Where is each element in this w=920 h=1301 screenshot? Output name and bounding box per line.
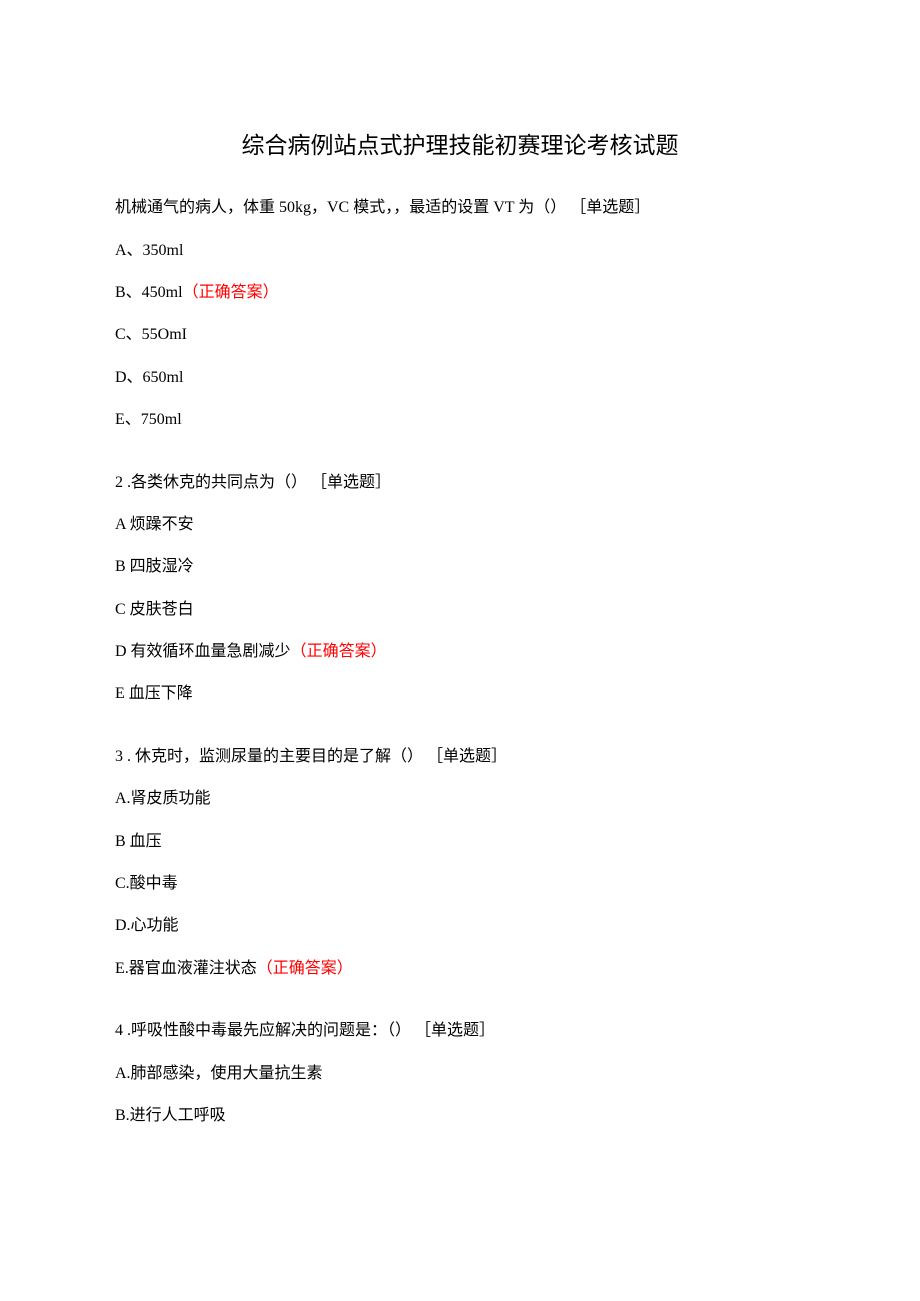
option-text: A、350ml	[115, 242, 183, 259]
option-text: A 烦躁不安	[115, 516, 194, 533]
question-text: 2 .各类休克的共同点为（） ［单选题］	[115, 472, 805, 494]
option: B 四肢湿冷	[115, 556, 805, 578]
option-text: D.心功能	[115, 917, 179, 934]
question-block: 4 .呼吸性酸中毒最先应解决的问题是：（） ［单选题］ A.肺部感染，使用大量抗生…	[115, 1020, 805, 1127]
option: C 皮肤苍白	[115, 599, 805, 621]
option: C、55OmI	[115, 324, 805, 346]
option-text: C.酸中毒	[115, 875, 178, 892]
option: A.肺部感染，使用大量抗生素	[115, 1063, 805, 1085]
option-text: C、55OmI	[115, 326, 187, 343]
option: B 血压	[115, 831, 805, 853]
question-text: 4 .呼吸性酸中毒最先应解决的问题是：（） ［单选题］	[115, 1020, 805, 1042]
question-text: 3 . 休克时，监测尿量的主要目的是了解（） ［单选题］	[115, 746, 805, 768]
question-block: 2 .各类休克的共同点为（） ［单选题］ A 烦躁不安 B 四肢湿冷 C 皮肤苍白 D …	[115, 472, 805, 706]
option-text: A.肾皮质功能	[115, 790, 211, 807]
option-text: A.肺部感染，使用大量抗生素	[115, 1065, 323, 1082]
option: A、350ml	[115, 240, 805, 262]
option: E 血压下降	[115, 683, 805, 705]
option-text: B、450ml	[115, 284, 183, 301]
option: D、650ml	[115, 367, 805, 389]
page-title: 综合病例站点式护理技能初赛理论考核试题	[115, 130, 805, 162]
question-block: 机械通气的病人，体重 50kg，VC 模式，，最适的设置 VT 为（） ［单选题…	[115, 197, 805, 431]
option: C.酸中毒	[115, 873, 805, 895]
option-text: E.器官血液灌注状态	[115, 960, 257, 977]
option: B、450ml（正确答案）	[115, 282, 805, 304]
question-text: 机械通气的病人，体重 50kg，VC 模式，，最适的设置 VT 为（） ［单选题…	[115, 197, 805, 219]
correct-answer-label: （正确答案）	[257, 960, 353, 977]
option: E、750ml	[115, 409, 805, 431]
correct-answer-label: （正确答案）	[291, 643, 387, 660]
option-text: B.进行人工呼吸	[115, 1107, 226, 1124]
option-text: D、650ml	[115, 369, 183, 386]
option: B.进行人工呼吸	[115, 1105, 805, 1127]
option-text: B 血压	[115, 833, 162, 850]
correct-answer-label: （正确答案）	[183, 284, 279, 301]
option-text: D 有效循环血量急剧减少	[115, 643, 291, 660]
option: D.心功能	[115, 915, 805, 937]
option-text: C 皮肤苍白	[115, 601, 194, 618]
option-text: B 四肢湿冷	[115, 558, 194, 575]
option: A 烦躁不安	[115, 514, 805, 536]
option-text: E 血压下降	[115, 685, 193, 702]
question-block: 3 . 休克时，监测尿量的主要目的是了解（） ［单选题］ A.肾皮质功能 B 血压 C…	[115, 746, 805, 980]
option-text: E、750ml	[115, 411, 182, 428]
option: D 有效循环血量急剧减少（正确答案）	[115, 641, 805, 663]
option: A.肾皮质功能	[115, 788, 805, 810]
option: E.器官血液灌注状态（正确答案）	[115, 958, 805, 980]
